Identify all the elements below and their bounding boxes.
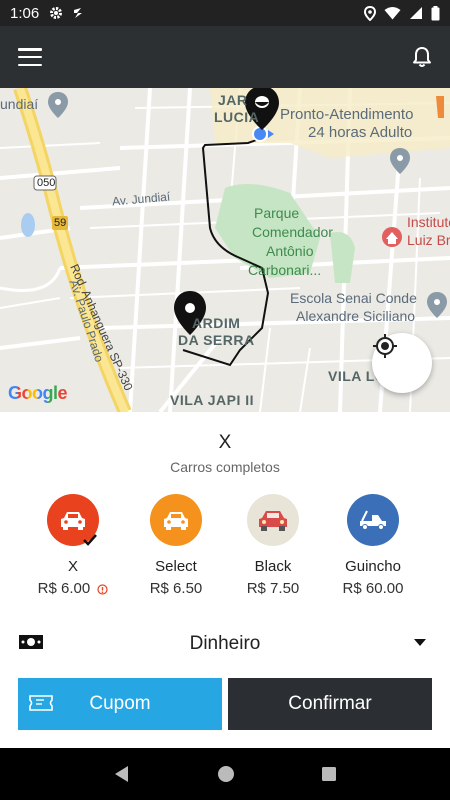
ride-option-x[interactable]: X R$ 6.00 bbox=[23, 494, 123, 597]
map-view[interactable]: undiaí JAR LUCIA Pronto-Atendimento 24 h… bbox=[0, 88, 450, 412]
ride-option-price: R$ 6.00 bbox=[23, 580, 123, 597]
map-label-jardim-serra-1: ARDIM bbox=[192, 315, 241, 331]
signal-icon bbox=[410, 7, 422, 19]
map-label-parque-4: Carbonari... bbox=[248, 262, 322, 278]
ride-options: X R$ 6.00 Select R$ 6.50 Black R$ 7.50 G… bbox=[0, 494, 450, 604]
app-bar bbox=[0, 26, 450, 88]
confirm-label: Confirmar bbox=[288, 693, 372, 714]
confirm-button[interactable]: Confirmar bbox=[228, 678, 432, 730]
service-title: X bbox=[218, 432, 232, 453]
ride-option-select[interactable]: Select R$ 6.50 bbox=[126, 494, 226, 597]
ride-panel: X Carros completos X R$ 6.00 Select R$ 6… bbox=[0, 412, 450, 750]
ticket-icon bbox=[29, 695, 53, 711]
status-time: 1:06 bbox=[10, 4, 40, 22]
ride-option-guincho[interactable]: Guincho R$ 60.00 bbox=[323, 494, 423, 597]
map-label-parque-1: Parque bbox=[254, 205, 300, 221]
map-label-parque-2: Comendador bbox=[252, 224, 333, 240]
google-logo: Google bbox=[8, 383, 68, 403]
selected-check-icon bbox=[83, 534, 97, 546]
map-label-jardim-lucia-2: LUCIA bbox=[214, 109, 260, 125]
ride-option-name: X bbox=[67, 558, 78, 575]
route-shield-59: 59 bbox=[54, 217, 67, 229]
system-navigation-bar bbox=[0, 748, 450, 800]
payment-method-label: Dinheiro bbox=[189, 633, 261, 654]
tow-truck-icon bbox=[347, 494, 399, 546]
payment-method-selector[interactable]: Dinheiro bbox=[0, 627, 450, 659]
menu-icon[interactable] bbox=[18, 48, 42, 66]
car-icon bbox=[247, 494, 299, 546]
notifications-bell-icon[interactable] bbox=[412, 46, 432, 68]
route-shield-050: 050 bbox=[37, 177, 56, 189]
battery-icon bbox=[431, 5, 440, 20]
map-label-instituto-1: Instituto bbox=[407, 214, 450, 230]
ride-option-name: Guincho bbox=[345, 558, 401, 575]
ride-option-price: R$ 6.50 bbox=[149, 580, 203, 597]
map-label-pronto-2: 24 horas Adulto bbox=[308, 124, 413, 141]
map-label-pronto-1: Pronto-Atendimento bbox=[280, 106, 414, 123]
app-notification-icon bbox=[74, 8, 83, 18]
map-label-escola-2: Alexandre Siciliano bbox=[296, 308, 416, 324]
info-icon[interactable] bbox=[97, 583, 108, 595]
ride-option-name: Select bbox=[155, 558, 197, 575]
car-icon bbox=[150, 494, 202, 546]
map-label-instituto-2: Luiz Br bbox=[407, 232, 450, 248]
settings-icon bbox=[50, 7, 63, 19]
ride-option-price: R$ 7.50 bbox=[246, 580, 300, 597]
ride-option-name: Black bbox=[254, 558, 292, 575]
map-label-escola-1: Escola Senai Conde bbox=[290, 290, 417, 306]
ride-option-black[interactable]: Black R$ 7.50 bbox=[223, 494, 323, 597]
coupon-button[interactable]: Cupom bbox=[18, 678, 222, 730]
car-icon bbox=[47, 494, 99, 546]
home-icon[interactable] bbox=[217, 765, 235, 783]
service-subtitle: Carros completos bbox=[170, 459, 280, 475]
coupon-label: Cupom bbox=[89, 693, 151, 714]
back-icon[interactable] bbox=[113, 765, 131, 783]
wifi-icon bbox=[384, 7, 401, 20]
crosshair-icon bbox=[373, 334, 397, 358]
ride-option-price: R$ 60.00 bbox=[342, 580, 404, 597]
dropdown-arrow-icon[interactable] bbox=[414, 639, 426, 646]
map-label-parque-3: Antônio bbox=[266, 243, 314, 259]
location-icon bbox=[364, 5, 376, 21]
map-label-jundiai: undiaí bbox=[0, 96, 39, 112]
my-location-button[interactable] bbox=[372, 333, 432, 393]
map-label-jardim-lucia-1: JAR bbox=[218, 92, 248, 108]
map-label-jardim-serra-2: DA SERRA bbox=[178, 332, 255, 348]
recents-icon[interactable] bbox=[321, 766, 337, 782]
map-label-vila-japi: VILA JAPI II bbox=[170, 392, 255, 408]
status-bar: 1:06 bbox=[0, 0, 450, 26]
